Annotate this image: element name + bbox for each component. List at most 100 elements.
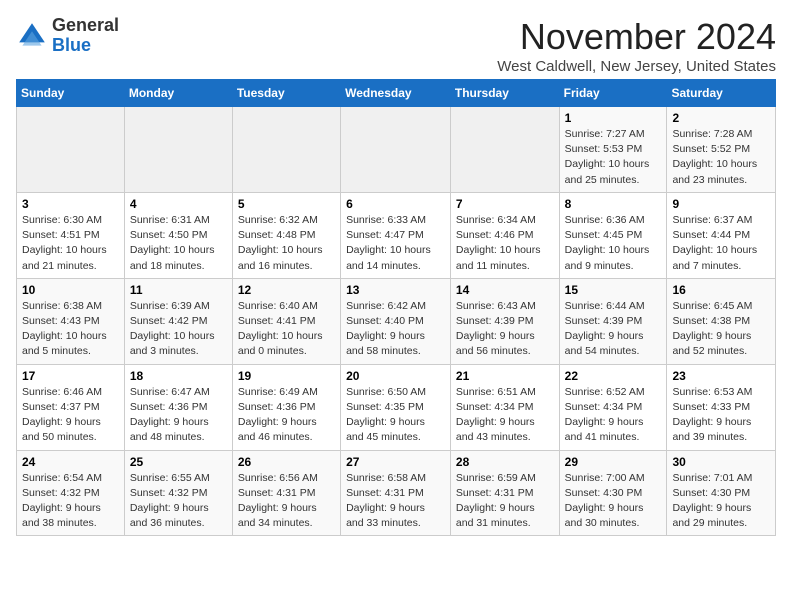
- day-number: 25: [130, 455, 227, 469]
- day-detail: Sunrise: 6:40 AM Sunset: 4:41 PM Dayligh…: [238, 299, 335, 360]
- calendar-cell: 17Sunrise: 6:46 AM Sunset: 4:37 PM Dayli…: [17, 364, 125, 450]
- cell-content: 10 Sunrise: 6:38 AM Sunset: 4:43 PM Dayli…: [22, 283, 119, 360]
- cell-content: 13Sunrise: 6:42 AM Sunset: 4:40 PM Dayli…: [346, 283, 445, 360]
- calendar-cell: 23 Sunrise: 6:53 AM Sunset: 4:33 PM Dayli…: [667, 364, 776, 450]
- day-detail: Sunrise: 6:38 AM Sunset: 4:43 PM Dayligh…: [22, 299, 119, 360]
- calendar-cell: 16Sunrise: 6:45 AM Sunset: 4:38 PM Dayli…: [667, 278, 776, 364]
- cell-content: 2Sunrise: 7:28 AM Sunset: 5:52 PM Daylig…: [672, 111, 770, 188]
- calendar-cell: [232, 107, 340, 193]
- calendar-cell: 27Sunrise: 6:58 AM Sunset: 4:31 PM Dayli…: [341, 450, 451, 536]
- calendar-week-2: 10 Sunrise: 6:38 AM Sunset: 4:43 PM Dayli…: [17, 278, 776, 364]
- cell-content: 23 Sunrise: 6:53 AM Sunset: 4:33 PM Dayli…: [672, 369, 770, 446]
- calendar-cell: 26Sunrise: 6:56 AM Sunset: 4:31 PM Dayli…: [232, 450, 340, 536]
- day-number: 28: [456, 455, 554, 469]
- day-detail: Sunrise: 6:32 AM Sunset: 4:48 PM Dayligh…: [238, 213, 335, 274]
- calendar-cell: 10 Sunrise: 6:38 AM Sunset: 4:43 PM Dayli…: [17, 278, 125, 364]
- cell-content: 4Sunrise: 6:31 AM Sunset: 4:50 PM Daylig…: [130, 197, 227, 274]
- day-number: 3: [22, 197, 119, 211]
- day-number: 9: [672, 197, 770, 211]
- day-number: 30: [672, 455, 770, 469]
- day-number: 1: [565, 111, 662, 125]
- day-detail: Sunrise: 6:44 AM Sunset: 4:39 PM Dayligh…: [565, 299, 662, 360]
- day-number: 18: [130, 369, 227, 383]
- day-number: 14: [456, 283, 554, 297]
- calendar-cell: [341, 107, 451, 193]
- day-detail: Sunrise: 6:52 AM Sunset: 4:34 PM Dayligh…: [565, 385, 662, 446]
- day-number: 7: [456, 197, 554, 211]
- calendar-cell: 9 Sunrise: 6:37 AM Sunset: 4:44 PM Daylig…: [667, 192, 776, 278]
- cell-content: 19Sunrise: 6:49 AM Sunset: 4:36 PM Dayli…: [238, 369, 335, 446]
- day-number: 21: [456, 369, 554, 383]
- cell-content: 8 Sunrise: 6:36 AM Sunset: 4:45 PM Daylig…: [565, 197, 662, 274]
- calendar-cell: 6Sunrise: 6:33 AM Sunset: 4:47 PM Daylig…: [341, 192, 451, 278]
- day-number: 10: [22, 283, 119, 297]
- calendar-cell: 14Sunrise: 6:43 AM Sunset: 4:39 PM Dayli…: [450, 278, 559, 364]
- logo-general-text: General: [52, 15, 119, 35]
- cell-content: 28Sunrise: 6:59 AM Sunset: 4:31 PM Dayli…: [456, 455, 554, 532]
- day-detail: Sunrise: 6:30 AM Sunset: 4:51 PM Dayligh…: [22, 213, 119, 274]
- calendar-cell: 13Sunrise: 6:42 AM Sunset: 4:40 PM Dayli…: [341, 278, 451, 364]
- page-header: General Blue November 2024 West Caldwell…: [16, 16, 776, 75]
- day-header-monday: Monday: [124, 80, 232, 107]
- calendar-cell: 2Sunrise: 7:28 AM Sunset: 5:52 PM Daylig…: [667, 107, 776, 193]
- cell-content: 16Sunrise: 6:45 AM Sunset: 4:38 PM Dayli…: [672, 283, 770, 360]
- day-detail: Sunrise: 6:36 AM Sunset: 4:45 PM Dayligh…: [565, 213, 662, 274]
- calendar-header: SundayMondayTuesdayWednesdayThursdayFrid…: [17, 80, 776, 107]
- calendar-cell: 25Sunrise: 6:55 AM Sunset: 4:32 PM Dayli…: [124, 450, 232, 536]
- cell-content: 30Sunrise: 7:01 AM Sunset: 4:30 PM Dayli…: [672, 455, 770, 532]
- cell-content: 17Sunrise: 6:46 AM Sunset: 4:37 PM Dayli…: [22, 369, 119, 446]
- title-block: November 2024 West Caldwell, New Jersey,…: [497, 16, 776, 75]
- calendar-cell: 21 Sunrise: 6:51 AM Sunset: 4:34 PM Dayli…: [450, 364, 559, 450]
- day-number: 23: [672, 369, 770, 383]
- day-header-thursday: Thursday: [450, 80, 559, 107]
- calendar-cell: 28Sunrise: 6:59 AM Sunset: 4:31 PM Dayli…: [450, 450, 559, 536]
- calendar-week-0: 1 Sunrise: 7:27 AM Sunset: 5:53 PM Daylig…: [17, 107, 776, 193]
- cell-content: 7Sunrise: 6:34 AM Sunset: 4:46 PM Daylig…: [456, 197, 554, 274]
- day-number: 27: [346, 455, 445, 469]
- calendar-cell: 18 Sunrise: 6:47 AM Sunset: 4:36 PM Dayli…: [124, 364, 232, 450]
- day-detail: Sunrise: 6:51 AM Sunset: 4:34 PM Dayligh…: [456, 385, 554, 446]
- days-header-row: SundayMondayTuesdayWednesdayThursdayFrid…: [17, 80, 776, 107]
- day-number: 19: [238, 369, 335, 383]
- day-detail: Sunrise: 6:37 AM Sunset: 4:44 PM Dayligh…: [672, 213, 770, 274]
- day-number: 2: [672, 111, 770, 125]
- day-detail: Sunrise: 6:53 AM Sunset: 4:33 PM Dayligh…: [672, 385, 770, 446]
- calendar-cell: [124, 107, 232, 193]
- cell-content: 22Sunrise: 6:52 AM Sunset: 4:34 PM Dayli…: [565, 369, 662, 446]
- day-detail: Sunrise: 6:56 AM Sunset: 4:31 PM Dayligh…: [238, 471, 335, 532]
- day-detail: Sunrise: 6:42 AM Sunset: 4:40 PM Dayligh…: [346, 299, 445, 360]
- calendar-cell: 3 Sunrise: 6:30 AM Sunset: 4:51 PM Daylig…: [17, 192, 125, 278]
- day-detail: Sunrise: 6:39 AM Sunset: 4:42 PM Dayligh…: [130, 299, 227, 360]
- cell-content: 25Sunrise: 6:55 AM Sunset: 4:32 PM Dayli…: [130, 455, 227, 532]
- cell-content: 3 Sunrise: 6:30 AM Sunset: 4:51 PM Daylig…: [22, 197, 119, 274]
- calendar-week-4: 24Sunrise: 6:54 AM Sunset: 4:32 PM Dayli…: [17, 450, 776, 536]
- calendar-cell: 4Sunrise: 6:31 AM Sunset: 4:50 PM Daylig…: [124, 192, 232, 278]
- cell-content: 1 Sunrise: 7:27 AM Sunset: 5:53 PM Daylig…: [565, 111, 662, 188]
- cell-content: 18 Sunrise: 6:47 AM Sunset: 4:36 PM Dayli…: [130, 369, 227, 446]
- calendar-cell: 8 Sunrise: 6:36 AM Sunset: 4:45 PM Daylig…: [559, 192, 667, 278]
- day-number: 20: [346, 369, 445, 383]
- cell-content: 21 Sunrise: 6:51 AM Sunset: 4:34 PM Dayli…: [456, 369, 554, 446]
- logo-icon: [16, 20, 48, 52]
- cell-content: 15Sunrise: 6:44 AM Sunset: 4:39 PM Dayli…: [565, 283, 662, 360]
- day-detail: Sunrise: 7:27 AM Sunset: 5:53 PM Dayligh…: [565, 127, 662, 188]
- cell-content: 12Sunrise: 6:40 AM Sunset: 4:41 PM Dayli…: [238, 283, 335, 360]
- day-number: 8: [565, 197, 662, 211]
- day-detail: Sunrise: 6:45 AM Sunset: 4:38 PM Dayligh…: [672, 299, 770, 360]
- calendar-cell: 24Sunrise: 6:54 AM Sunset: 4:32 PM Dayli…: [17, 450, 125, 536]
- day-detail: Sunrise: 6:31 AM Sunset: 4:50 PM Dayligh…: [130, 213, 227, 274]
- calendar-week-3: 17Sunrise: 6:46 AM Sunset: 4:37 PM Dayli…: [17, 364, 776, 450]
- cell-content: 9 Sunrise: 6:37 AM Sunset: 4:44 PM Daylig…: [672, 197, 770, 274]
- day-number: 6: [346, 197, 445, 211]
- calendar-cell: 30Sunrise: 7:01 AM Sunset: 4:30 PM Dayli…: [667, 450, 776, 536]
- calendar-cell: 20Sunrise: 6:50 AM Sunset: 4:35 PM Dayli…: [341, 364, 451, 450]
- day-header-saturday: Saturday: [667, 80, 776, 107]
- cell-content: 24Sunrise: 6:54 AM Sunset: 4:32 PM Dayli…: [22, 455, 119, 532]
- calendar-table: SundayMondayTuesdayWednesdayThursdayFrid…: [16, 79, 776, 536]
- cell-content: 26Sunrise: 6:56 AM Sunset: 4:31 PM Dayli…: [238, 455, 335, 532]
- cell-content: 27Sunrise: 6:58 AM Sunset: 4:31 PM Dayli…: [346, 455, 445, 532]
- day-header-tuesday: Tuesday: [232, 80, 340, 107]
- day-number: 29: [565, 455, 662, 469]
- day-detail: Sunrise: 6:47 AM Sunset: 4:36 PM Dayligh…: [130, 385, 227, 446]
- location-subtitle: West Caldwell, New Jersey, United States: [497, 58, 776, 75]
